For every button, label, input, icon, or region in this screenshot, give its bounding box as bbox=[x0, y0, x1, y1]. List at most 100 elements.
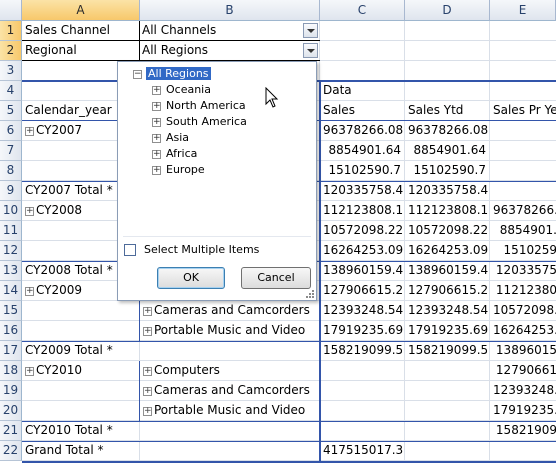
select-all-corner[interactable] bbox=[0, 0, 22, 21]
expand-icon[interactable]: + bbox=[152, 102, 161, 111]
cell-c14: 127906615.2 bbox=[323, 283, 404, 297]
expand-icon[interactable]: + bbox=[152, 118, 161, 127]
cell-c22: 417515017.3 bbox=[323, 443, 404, 457]
cell-d11: 10572098.22 bbox=[408, 223, 489, 237]
expand-icon[interactable]: + bbox=[25, 287, 34, 296]
row-header-12[interactable]: 12 bbox=[0, 241, 22, 261]
year-cy2010[interactable]: + CY2010 bbox=[22, 361, 139, 380]
cell-c8: 15102590.7 bbox=[328, 163, 401, 177]
column-header-a[interactable]: A bbox=[22, 0, 140, 21]
year-label: CY2007 bbox=[36, 123, 83, 137]
expand-icon[interactable]: + bbox=[25, 207, 34, 216]
row-header-20[interactable]: 20 bbox=[0, 401, 22, 421]
product-label: Portable Music and Video bbox=[154, 403, 306, 417]
cell-e11: 8854901. bbox=[499, 223, 556, 237]
expand-icon[interactable]: + bbox=[152, 166, 161, 175]
cell-d13: 138960159.4 bbox=[408, 263, 489, 277]
row-header-2[interactable]: 2 bbox=[0, 41, 22, 61]
expand-icon[interactable]: + bbox=[152, 150, 161, 159]
row-header-8[interactable]: 8 bbox=[0, 161, 22, 181]
row-header-10[interactable]: 10 bbox=[0, 201, 22, 221]
tree-node-africa[interactable]: Africa bbox=[166, 146, 197, 162]
tree-node-label: All Regions bbox=[146, 67, 211, 80]
row-header-3[interactable]: 3 bbox=[0, 61, 22, 81]
cell-d14: 127906615.2 bbox=[408, 283, 489, 297]
cell-d10: 112123808.1 bbox=[408, 203, 489, 217]
cell-e14: 11212380 bbox=[495, 283, 556, 297]
grand-total-label: Grand Total * bbox=[25, 443, 104, 457]
row-header-16[interactable]: 16 bbox=[0, 321, 22, 341]
row-header-19[interactable]: 19 bbox=[0, 381, 22, 401]
product-portable-2010[interactable]: + Portable Music and Video bbox=[140, 401, 319, 420]
row-header-1[interactable]: 1 bbox=[0, 21, 22, 41]
select-multiple-checkbox[interactable] bbox=[124, 244, 136, 256]
collapse-icon[interactable]: − bbox=[133, 70, 142, 79]
year-label: CY2010 bbox=[36, 363, 83, 377]
regional-dropdown-button[interactable] bbox=[303, 43, 318, 58]
row-header-11[interactable]: 11 bbox=[0, 221, 22, 241]
product-cameras-2010[interactable]: + Cameras and Camcorders bbox=[140, 381, 319, 400]
expand-icon[interactable]: + bbox=[143, 327, 152, 336]
cell-e13: 12033575 bbox=[495, 263, 556, 277]
tree-node-all-regions[interactable]: All Regions bbox=[146, 66, 211, 82]
cell-c6: 96378266.08 bbox=[323, 123, 404, 137]
cell-e18: 12790661 bbox=[495, 363, 556, 377]
filter-value-sales-channel: All Channels bbox=[142, 23, 217, 37]
expand-icon[interactable]: + bbox=[25, 367, 34, 376]
resize-grip-icon[interactable] bbox=[306, 290, 314, 298]
column-header-b[interactable]: B bbox=[140, 0, 320, 21]
product-portable-2009[interactable]: + Portable Music and Video bbox=[140, 321, 319, 340]
row-header-15[interactable]: 15 bbox=[0, 301, 22, 321]
mouse-cursor-icon bbox=[265, 87, 279, 108]
row-header-13[interactable]: 13 bbox=[0, 261, 22, 281]
row-header-22[interactable]: 22 bbox=[0, 441, 22, 461]
cell-c17: 158219099.5 bbox=[323, 343, 404, 357]
column-header-e[interactable]: E bbox=[490, 0, 556, 21]
row-header-9[interactable]: 9 bbox=[0, 181, 22, 201]
expand-icon[interactable]: + bbox=[152, 134, 161, 143]
expand-icon[interactable]: + bbox=[143, 387, 152, 396]
row-header-6[interactable]: 6 bbox=[0, 121, 22, 141]
regional-filter-popup[interactable]: − All Regions + Oceania + North America + Sou… bbox=[117, 61, 317, 301]
tree-node-oceania[interactable]: Oceania bbox=[166, 82, 211, 98]
expand-icon[interactable]: + bbox=[25, 127, 34, 136]
row-header-17[interactable]: 17 bbox=[0, 341, 22, 361]
cell-e15: 10572098. bbox=[493, 303, 556, 317]
cell-c10: 112123808.1 bbox=[323, 203, 404, 217]
sales-channel-dropdown-button[interactable] bbox=[303, 23, 318, 38]
row-header-21[interactable]: 21 bbox=[0, 421, 22, 441]
cancel-button[interactable]: Cancel bbox=[241, 267, 311, 289]
tree-node-south-america[interactable]: South America bbox=[166, 114, 247, 130]
column-header-c[interactable]: C bbox=[320, 0, 405, 21]
cell-c12: 16264253.09 bbox=[323, 243, 404, 257]
filter-value-regional: All Regions bbox=[142, 43, 209, 57]
expand-icon[interactable]: + bbox=[143, 367, 152, 376]
product-label: Portable Music and Video bbox=[154, 323, 306, 337]
row-header-18[interactable]: 18 bbox=[0, 361, 22, 381]
year-label: CY2009 bbox=[36, 283, 83, 297]
region-tree[interactable]: − All Regions + Oceania + North America + Sou… bbox=[123, 66, 311, 237]
product-label: Cameras and Camcorders bbox=[154, 383, 310, 397]
year-label: CY2008 bbox=[36, 203, 83, 217]
tree-node-europe[interactable]: Europe bbox=[166, 162, 205, 178]
column-header-d[interactable]: D bbox=[405, 0, 490, 21]
row-header-5[interactable]: 5 bbox=[0, 101, 22, 121]
row-header-7[interactable]: 7 bbox=[0, 141, 22, 161]
product-cameras-2009[interactable]: + Cameras and Camcorders bbox=[140, 301, 319, 320]
expand-icon[interactable]: + bbox=[143, 307, 152, 316]
product-computers-2010[interactable]: + Computers bbox=[140, 361, 319, 380]
expand-icon[interactable]: + bbox=[143, 407, 152, 416]
row-header-4[interactable]: 4 bbox=[0, 81, 22, 101]
row-header-14[interactable]: 14 bbox=[0, 281, 22, 301]
tree-node-north-america[interactable]: North America bbox=[166, 98, 246, 114]
tree-node-asia[interactable]: Asia bbox=[166, 130, 189, 146]
product-label: Cameras and Camcorders bbox=[154, 303, 310, 317]
expand-icon[interactable]: + bbox=[152, 86, 161, 95]
cell-c11: 10572098.22 bbox=[323, 223, 404, 237]
ok-button[interactable]: OK bbox=[157, 267, 225, 289]
cell-e19: 12393248. bbox=[493, 383, 556, 397]
cell-d15: 12393248.54 bbox=[408, 303, 489, 317]
pivot-col-sales-ytd: Sales Ytd bbox=[408, 103, 464, 117]
cell-c16: 17919235.69 bbox=[323, 323, 404, 337]
cell-d8: 15102590.7 bbox=[413, 163, 486, 177]
